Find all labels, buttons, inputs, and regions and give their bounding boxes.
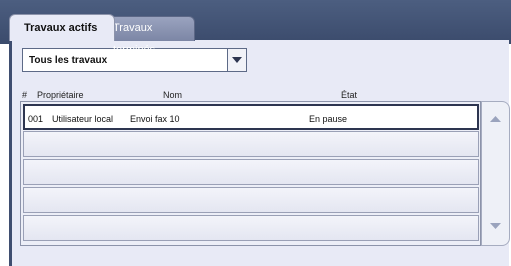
table-row[interactable] <box>23 159 479 185</box>
tab-completed-jobs[interactable]: Travaux terminés <box>103 16 195 56</box>
column-header-owner: Propriétaire <box>37 90 84 100</box>
tab-active-jobs[interactable]: Travaux actifs <box>9 14 115 41</box>
job-number: 001 <box>28 114 44 124</box>
scroll-down-button[interactable] <box>482 209 509 245</box>
job-state: En pause <box>309 114 348 124</box>
chevron-down-icon <box>232 57 242 63</box>
table-row[interactable] <box>23 187 479 213</box>
scroll-down-icon <box>490 223 501 229</box>
table-row[interactable] <box>23 215 479 241</box>
scroll-up-icon <box>490 116 501 122</box>
column-header-name: Nom <box>163 90 183 100</box>
scroll-up-button[interactable] <box>482 102 509 138</box>
job-owner: Utilisateur local <box>52 114 114 124</box>
dropdown-button[interactable] <box>227 49 246 71</box>
jobs-list: 001 Utilisateur local Envoi fax 10 En pa… <box>20 101 481 246</box>
job-name: Envoi fax 10 <box>130 114 180 124</box>
column-header-state: État <box>341 90 358 100</box>
job-filter-value: Tous les travaux <box>29 55 108 66</box>
column-header-number: # <box>22 90 28 100</box>
table-row[interactable] <box>23 131 479 157</box>
list-scrollbar[interactable] <box>481 101 510 246</box>
table-row[interactable]: 001 Utilisateur local Envoi fax 10 En pa… <box>23 104 479 130</box>
